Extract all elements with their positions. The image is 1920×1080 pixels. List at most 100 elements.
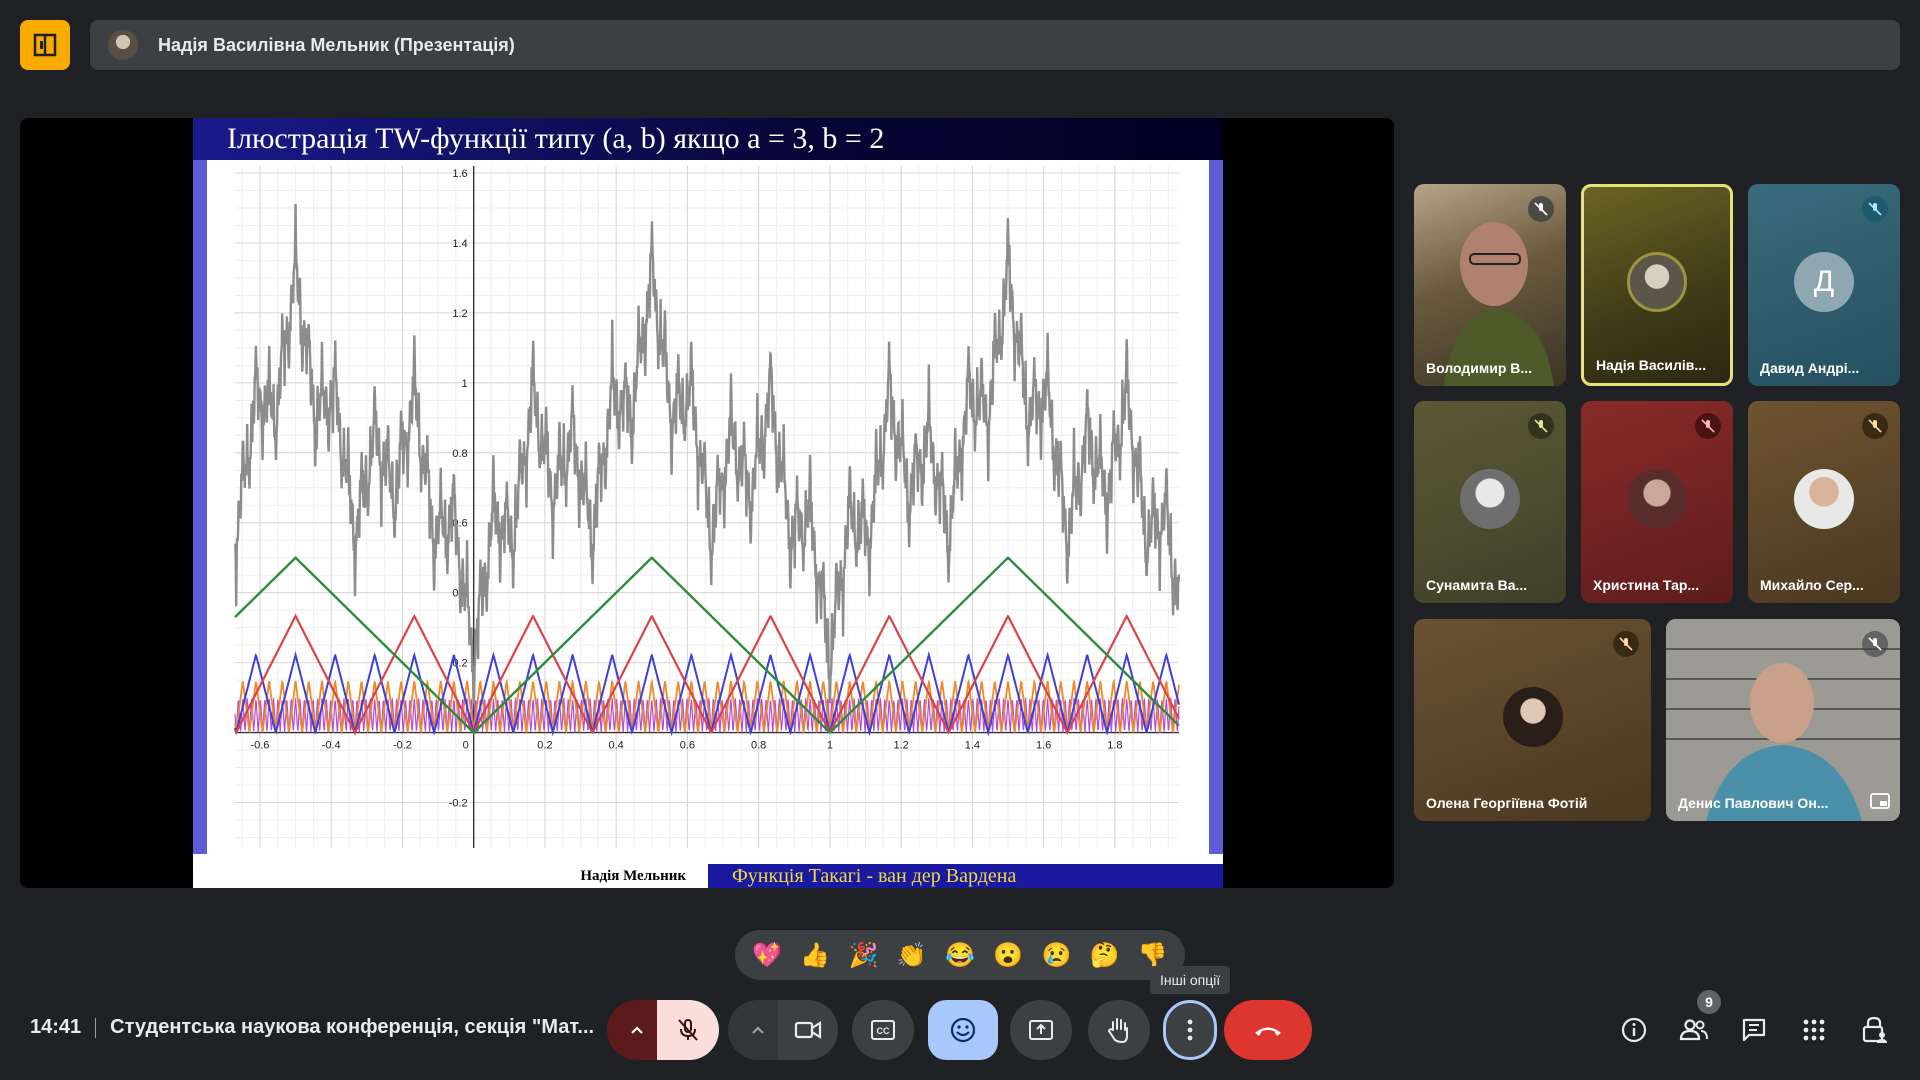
mic-off-icon <box>1862 631 1888 657</box>
reaction-thumbs-up[interactable]: 👍 <box>797 941 833 970</box>
participant-avatar: Д <box>1794 252 1854 312</box>
video-camera-icon <box>794 1021 822 1039</box>
reaction-laugh[interactable]: 😂 <box>942 941 978 970</box>
slide-author: Надія Мельник <box>193 864 708 888</box>
reaction-party[interactable]: 🎉 <box>846 941 882 970</box>
participant-tile[interactable]: Д Давид Андрі... <box>1748 184 1900 386</box>
meeting-details-button[interactable] <box>1616 1012 1652 1048</box>
participant-name: Сунамита Ва... <box>1426 577 1528 593</box>
x-tick-label: 0.2 <box>537 740 552 752</box>
chat-icon <box>1742 1018 1766 1042</box>
reactions-button[interactable] <box>928 1000 998 1060</box>
reaction-surprised[interactable]: 😮 <box>990 941 1026 970</box>
presentation-banner[interactable]: Надія Василівна Мельник (Презентація) <box>90 20 1900 70</box>
participant-avatar <box>1627 252 1687 312</box>
participant-name: Давид Андрі... <box>1760 360 1860 376</box>
raise-hand-button[interactable] <box>1088 1000 1150 1060</box>
slide: Ілюстрація TW-функції типу (a, b) якщо a… <box>193 118 1223 888</box>
slide-title: Ілюстрація TW-функції типу (a, b) якщо a… <box>193 118 1223 160</box>
reaction-sad[interactable]: 😢 <box>1038 941 1074 970</box>
tw-sum-series-line <box>233 203 1181 705</box>
meet-logo-icon[interactable] <box>20 20 70 70</box>
reaction-bar: 💖 👍 🎉 👏 😂 😮 😢 🤔 👎 <box>735 930 1185 980</box>
participant-avatar <box>1502 687 1563 747</box>
apps-grid-icon <box>1803 1019 1825 1041</box>
activities-button[interactable] <box>1796 1012 1832 1048</box>
participant-tile[interactable]: Христина Тар... <box>1581 401 1733 603</box>
lock-person-icon <box>1862 1016 1887 1043</box>
participant-name: Христина Тар... <box>1593 577 1700 593</box>
chat-button[interactable] <box>1736 1012 1772 1048</box>
y-tick-label: 1.4 <box>452 238 467 250</box>
plot-frame: -0.6 -0.4 -0.2 0 0.2 0.4 0.6 0.8 1 1.2 1.4 1.6 1.8 1.… <box>193 160 1223 854</box>
presentation-stage[interactable]: Ілюстрація TW-функції типу (a, b) якщо a… <box>20 118 1394 888</box>
reaction-heart[interactable]: 💖 <box>749 941 785 970</box>
meeting-name[interactable]: Студентська наукова конференція, секція … <box>110 1016 594 1038</box>
participant-tile[interactable]: Володимир В... <box>1414 184 1566 386</box>
participant-avatar <box>1794 469 1854 529</box>
captions-icon: CC <box>871 1020 895 1040</box>
participant-avatar <box>1460 469 1520 529</box>
smiley-icon <box>950 1017 976 1043</box>
svg-text:CC: CC <box>877 1026 890 1036</box>
slide-subtitle: Функція Такагі - ван дер Вардена <box>708 864 1223 888</box>
more-options-tooltip: Інші опції <box>1150 966 1231 994</box>
captions-button[interactable]: CC <box>852 1000 914 1060</box>
x-tick-label: 0.6 <box>680 740 695 752</box>
mic-off-icon <box>1862 196 1888 222</box>
x-tick-label: -0.4 <box>322 740 341 752</box>
chevron-up-icon <box>631 1026 643 1034</box>
hand-icon <box>1107 1018 1128 1044</box>
x-tick-label: 1 <box>827 740 833 752</box>
participant-name: Денис Павлович Он... <box>1678 795 1829 811</box>
x-tick-label: 1.2 <box>893 740 908 752</box>
mic-off-icon <box>1528 196 1554 222</box>
participant-name: Володимир В... <box>1426 360 1533 376</box>
participant-name: Олена Георгіївна Фотій <box>1426 795 1588 811</box>
participant-tile[interactable]: Денис Павлович Он... <box>1666 619 1900 821</box>
leave-call-button[interactable] <box>1224 1000 1312 1060</box>
chevron-up-icon <box>752 1026 764 1034</box>
x-tick-label: 1.8 <box>1107 740 1122 752</box>
meeting-info: 14:41 Студентська наукова конференція, се… <box>30 1016 594 1039</box>
more-options-button[interactable] <box>1163 1000 1217 1060</box>
reaction-clap[interactable]: 👏 <box>894 941 930 970</box>
x-tick-label: -0.6 <box>250 740 269 752</box>
x-tick-label: 0 <box>463 740 469 752</box>
participant-name: Михайло Сер... <box>1760 577 1864 593</box>
y-tick-label: -0.2 <box>449 798 468 810</box>
participant-tile[interactable]: Сунамита Ва... <box>1414 401 1566 603</box>
mic-off-icon <box>1695 413 1721 439</box>
camera-button[interactable] <box>778 1000 838 1060</box>
participant-tile[interactable]: Олена Георгіївна Фотій <box>1414 619 1651 821</box>
reaction-thinking[interactable]: 🤔 <box>1087 941 1123 970</box>
present-screen-icon <box>1029 1020 1053 1040</box>
participant-tile[interactable]: Надія Василів... <box>1581 184 1733 386</box>
divider <box>95 1017 97 1038</box>
participant-tile[interactable]: Михайло Сер... <box>1748 401 1900 603</box>
x-tick-label: 1.6 <box>1036 740 1051 752</box>
people-count-badge: 9 <box>1697 990 1721 1014</box>
more-vert-icon <box>1187 1019 1193 1041</box>
tw-function-plot: -0.6 -0.4 -0.2 0 0.2 0.4 0.6 0.8 1 1.2 1.4 1.6 1.8 1.… <box>233 166 1181 848</box>
x-tick-label: -0.2 <box>393 740 412 752</box>
people-button[interactable] <box>1676 1012 1712 1048</box>
host-controls-button[interactable] <box>1856 1012 1892 1048</box>
microphone-button[interactable] <box>657 1000 719 1060</box>
slide-footer: Надія Мельник Функція Такагі - ван дер В… <box>193 864 1223 888</box>
y-tick-label: 1.2 <box>452 308 467 320</box>
y-tick-label: 0.8 <box>452 448 467 460</box>
present-button[interactable] <box>1010 1000 1072 1060</box>
x-tick-label: 0.8 <box>751 740 766 752</box>
mic-off-icon <box>1862 413 1888 439</box>
x-tick-label: 0.4 <box>609 740 624 752</box>
x-tick-label: 1.4 <box>965 740 980 752</box>
info-icon <box>1621 1017 1647 1043</box>
mic-off-icon <box>678 1019 698 1041</box>
picture-in-picture-icon[interactable] <box>1870 793 1890 809</box>
presenter-avatar <box>108 30 138 60</box>
hang-up-icon <box>1255 1027 1281 1036</box>
mic-off-icon <box>1613 631 1639 657</box>
mic-off-icon <box>1528 413 1554 439</box>
participant-name: Надія Василів... <box>1596 357 1707 373</box>
